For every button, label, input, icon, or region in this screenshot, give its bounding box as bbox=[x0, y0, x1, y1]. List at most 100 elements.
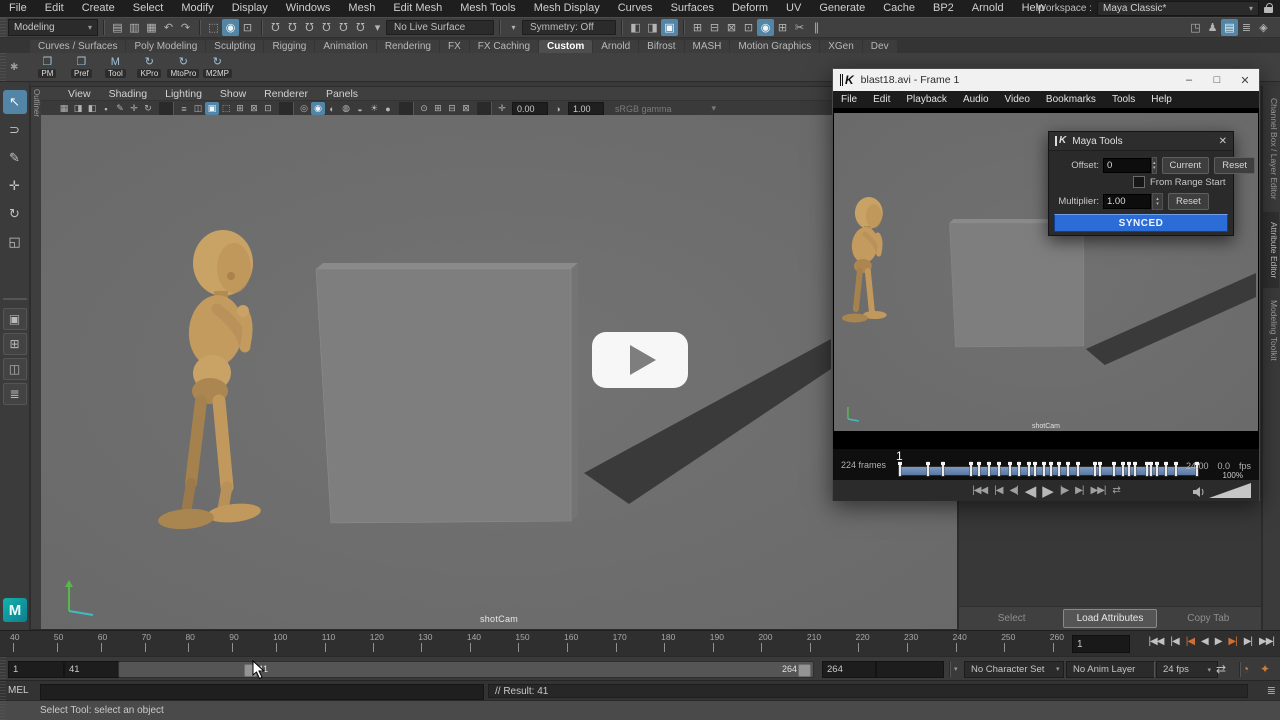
snap-to-curve-icon[interactable]: ℧ bbox=[284, 19, 301, 36]
player-title-bar[interactable]: K blast18.avi - Frame 1 – □ ✕ bbox=[833, 69, 1259, 91]
go-to-range-start-button[interactable]: |◀◀ bbox=[1148, 636, 1163, 647]
close-icon[interactable]: ✕ bbox=[1219, 136, 1227, 147]
script-editor-icon[interactable]: ≣ bbox=[1267, 684, 1276, 697]
isolate-select-icon[interactable]: ⊙ bbox=[417, 102, 431, 115]
menu-item[interactable]: Modify bbox=[172, 0, 222, 17]
load-attributes-button[interactable]: Load Attributes bbox=[1063, 609, 1156, 628]
timeline-marker[interactable] bbox=[1058, 462, 1060, 476]
player-menu-item[interactable]: Playback bbox=[898, 94, 955, 105]
shelf-tab[interactable]: Animation bbox=[315, 40, 375, 53]
shelf-tab[interactable]: XGen bbox=[820, 40, 862, 53]
animation-preferences-icon[interactable]: ✦ bbox=[1260, 662, 1270, 676]
step-forward-frame-button[interactable]: ▶| bbox=[1244, 636, 1252, 647]
help-line-grip[interactable] bbox=[0, 701, 6, 720]
timeline-marker[interactable] bbox=[1028, 462, 1030, 476]
timeline-marker[interactable] bbox=[1122, 462, 1124, 476]
menu-item[interactable]: Mesh Tools bbox=[451, 0, 524, 17]
player-menu-item[interactable]: File bbox=[833, 94, 865, 105]
sidebar-vertical-tab[interactable]: Modeling Toolkit bbox=[1263, 290, 1279, 371]
go-to-range-end-button[interactable]: ▶▶| bbox=[1259, 636, 1274, 647]
menu-item[interactable]: UV bbox=[777, 0, 810, 17]
panel-menu-item[interactable]: Show bbox=[211, 88, 255, 100]
shaded-mode-icon[interactable]: ▣ bbox=[205, 102, 219, 115]
loop-playback-icon[interactable]: ⇄ bbox=[1216, 662, 1226, 676]
shelf-item-kpro[interactable]: ↻ KPro bbox=[132, 56, 166, 78]
select-object-icon[interactable]: ◉ bbox=[222, 19, 239, 36]
panel-menu-item[interactable]: View bbox=[59, 88, 100, 100]
timeline-marker[interactable] bbox=[1146, 462, 1148, 476]
paint-select-tool[interactable]: ✎ bbox=[3, 146, 27, 170]
outliner-persp-layout-button[interactable]: ≣ bbox=[3, 383, 27, 405]
offset-stepper[interactable]: ▴▾ bbox=[1152, 157, 1157, 174]
default-material-icon[interactable]: ◎ bbox=[297, 102, 311, 115]
symmetry-field[interactable]: Symmetry: Off bbox=[522, 20, 616, 35]
shelf-item-mtopro[interactable]: ↻ MtoPro bbox=[166, 56, 200, 78]
shelf-tab[interactable]: FX bbox=[440, 40, 469, 53]
step-forward-key-button[interactable]: ▶| bbox=[1228, 636, 1236, 647]
smooth-wireframe-icon[interactable]: ◒ bbox=[353, 102, 367, 115]
timeline-marker[interactable] bbox=[1165, 462, 1167, 476]
menu-item[interactable]: Edit bbox=[36, 0, 73, 17]
select-tool[interactable]: ↖ bbox=[3, 90, 27, 114]
pan-zoom-icon[interactable]: ✛ bbox=[127, 102, 141, 115]
copy-tab-button[interactable]: Copy Tab bbox=[1163, 610, 1254, 627]
arnold-render-icon[interactable]: ◉ bbox=[757, 19, 774, 36]
character-set-dropdown[interactable]: No Character Set bbox=[964, 661, 1064, 678]
open-render-view-icon[interactable]: ⊞ bbox=[689, 19, 706, 36]
play-forwards-button[interactable]: ▶ bbox=[1215, 636, 1222, 647]
redo-icon[interactable]: ↷ bbox=[177, 19, 194, 36]
range-slider-track[interactable]: 41 264 bbox=[118, 661, 814, 678]
sidebar-vertical-tab[interactable]: Channel Box / Layer Editor bbox=[1263, 88, 1279, 210]
sidebar-vertical-tab[interactable]: Attribute Editor bbox=[1263, 212, 1279, 288]
shelf-tab[interactable]: MASH bbox=[685, 40, 730, 53]
shelf-item-m2mp[interactable]: ↻ M2MP bbox=[200, 56, 234, 78]
timeline-marker[interactable] bbox=[1034, 462, 1036, 476]
timeline-marker[interactable] bbox=[942, 462, 944, 476]
menu-item[interactable]: Display bbox=[223, 0, 277, 17]
menu-item[interactable]: Surfaces bbox=[662, 0, 723, 17]
menu-item[interactable]: Select bbox=[124, 0, 173, 17]
menu-item[interactable]: File bbox=[0, 0, 36, 17]
single-pane-layout-button[interactable]: ▣ bbox=[3, 308, 27, 330]
timeline-marker[interactable] bbox=[970, 462, 972, 476]
menu-item[interactable]: Create bbox=[73, 0, 124, 17]
shelf-tab[interactable]: Sculpting bbox=[206, 40, 263, 53]
status-line-grip[interactable] bbox=[0, 18, 6, 37]
input-connections-icon[interactable]: ◧ bbox=[627, 19, 644, 36]
player-menu-item[interactable]: Audio bbox=[955, 94, 997, 105]
menu-item[interactable]: Generate bbox=[810, 0, 874, 17]
player-next-bookmark-button[interactable]: ▶| bbox=[1075, 485, 1083, 496]
player-play-button[interactable]: ▶ bbox=[1042, 482, 1053, 500]
image-plane-icon[interactable]: ✎ bbox=[113, 102, 127, 115]
timeline-marker[interactable] bbox=[988, 462, 990, 476]
panel-menu-item[interactable]: Lighting bbox=[156, 88, 211, 100]
timeline-marker[interactable] bbox=[1156, 462, 1158, 476]
timeline-marker[interactable] bbox=[1128, 462, 1130, 476]
chevron-down-icon[interactable]: ▾ bbox=[954, 665, 958, 673]
volume-slider[interactable] bbox=[1209, 483, 1251, 498]
new-scene-icon[interactable]: ▤ bbox=[109, 19, 126, 36]
make-live-icon[interactable]: ℧ bbox=[352, 19, 369, 36]
menu-set-dropdown[interactable]: Modeling ▾ bbox=[8, 19, 98, 36]
playback-end-field[interactable] bbox=[822, 661, 876, 678]
menu-item[interactable]: Cache bbox=[874, 0, 924, 17]
snap-to-view-plane-icon[interactable]: ℧ bbox=[335, 19, 352, 36]
mel-input[interactable] bbox=[40, 684, 484, 700]
shelf-tab[interactable]: Curves / Surfaces bbox=[30, 40, 125, 53]
ipr-render-icon[interactable]: ⊠ bbox=[723, 19, 740, 36]
textures-icon[interactable]: ● bbox=[381, 102, 395, 115]
range-start-handle[interactable] bbox=[244, 664, 257, 677]
animation-end-field[interactable] bbox=[876, 661, 944, 678]
snap-to-grid-icon[interactable]: ℧ bbox=[267, 19, 284, 36]
player-loop-button[interactable]: ⇄ bbox=[1112, 485, 1119, 496]
shelf-item-tool[interactable]: M Tool bbox=[98, 56, 132, 78]
render-current-frame-icon[interactable]: ⊟ bbox=[706, 19, 723, 36]
two-pane-layout-button[interactable]: ◫ bbox=[3, 358, 27, 380]
range-slider-grip[interactable] bbox=[0, 657, 6, 681]
video-play-overlay-button[interactable] bbox=[592, 332, 688, 388]
shelf-grip[interactable] bbox=[0, 53, 6, 81]
menu-item[interactable]: BP2 bbox=[924, 0, 963, 17]
time-slider[interactable]: 40 50 60 70 80 90 100 110 bbox=[0, 630, 1280, 657]
ambient-occlusion-icon[interactable]: ⊡ bbox=[261, 102, 275, 115]
select-hierarchy-icon[interactable]: ⬚ bbox=[205, 19, 222, 36]
